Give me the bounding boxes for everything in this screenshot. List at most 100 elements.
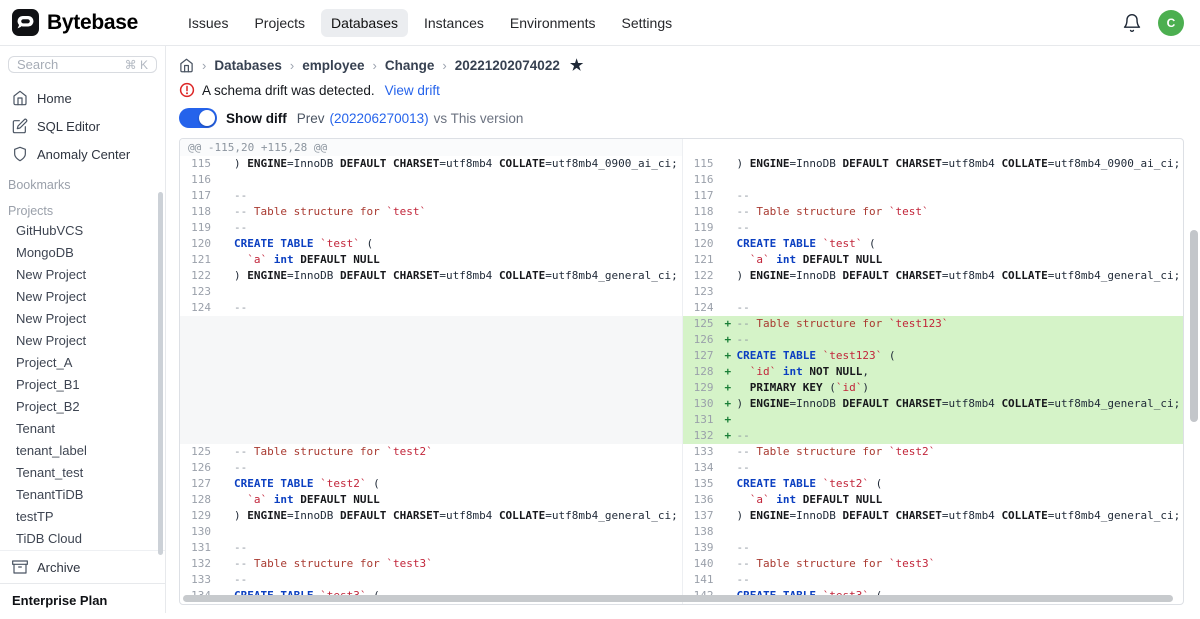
sidebar-item-archive[interactable]: Archive (0, 550, 165, 583)
prev-version-link[interactable]: (202206270013) (330, 111, 429, 126)
diff-sign (721, 508, 737, 524)
line-number: 131 (683, 412, 721, 428)
project-item[interactable]: New Project (0, 264, 165, 286)
home-icon (12, 90, 28, 106)
topnav-item-projects[interactable]: Projects (244, 9, 315, 37)
diff-cell-right: 130+) ENGINE=InnoDB DEFAULT CHARSET=utf8… (682, 396, 1184, 412)
diff-cell-left (180, 332, 682, 348)
project-item[interactable]: TiDB Cloud (0, 528, 165, 550)
diff-row: 128+ `id` int NOT NULL, (180, 364, 1183, 380)
view-drift-link[interactable]: View drift (385, 83, 440, 98)
sidebar-item-sql-editor[interactable]: SQL Editor (0, 112, 165, 140)
line-number: 126 (683, 332, 721, 348)
diff-sign (218, 156, 234, 172)
project-item[interactable]: New Project (0, 308, 165, 330)
shield-icon (12, 146, 28, 162)
project-item[interactable]: Project_B1 (0, 374, 165, 396)
breadcrumb-item[interactable]: employee (302, 58, 364, 73)
diff-horizontal-scrollbar[interactable] (183, 595, 1173, 602)
code-line: ) ENGINE=InnoDB DEFAULT CHARSET=utf8mb4 … (737, 508, 1184, 524)
diff-cell-right: 118-- Table structure for `test` (682, 204, 1184, 220)
diff-row: 123123 (180, 284, 1183, 300)
line-number: 140 (683, 556, 721, 572)
hunk-header-right (682, 139, 1184, 156)
project-item[interactable]: Tenant_test (0, 462, 165, 484)
diff-row: 131--139-- (180, 540, 1183, 556)
project-item[interactable]: GitHubVCS (0, 220, 165, 242)
line-number: 116 (180, 172, 218, 188)
topnav-item-databases[interactable]: Databases (321, 9, 408, 37)
diff-sign: + (721, 380, 737, 396)
diff-cell-right: 125+-- Table structure for `test123` (682, 316, 1184, 332)
diff-toolbar: Show diff Prev (202206270013) vs This ve… (179, 108, 1184, 128)
project-item[interactable]: Project_B2 (0, 396, 165, 418)
project-item[interactable]: New Project (0, 286, 165, 308)
line-number: 124 (180, 300, 218, 316)
code-line: -- (234, 300, 682, 316)
line-number: 130 (180, 524, 218, 540)
line-number: 119 (683, 220, 721, 236)
line-number: 134 (683, 460, 721, 476)
breadcrumb-item[interactable]: Databases (214, 58, 282, 73)
project-item[interactable]: tenant_label (0, 440, 165, 462)
code-line: ) ENGINE=InnoDB DEFAULT CHARSET=utf8mb4 … (737, 396, 1184, 412)
diff-sign: + (721, 364, 737, 380)
diff-sign (218, 268, 234, 284)
diff-cell-left (180, 316, 682, 332)
search-input[interactable] (17, 57, 107, 72)
diff-cell-left: 133-- (180, 572, 682, 588)
project-item[interactable]: testTP (0, 506, 165, 528)
diff-cell-right: 117-- (682, 188, 1184, 204)
sidebar-item-home[interactable]: Home (0, 84, 165, 112)
line-number: 127 (683, 348, 721, 364)
code-line: PRIMARY KEY (`id`) (737, 380, 1184, 396)
show-diff-toggle[interactable] (179, 108, 217, 128)
diff-row: 116116 (180, 172, 1183, 188)
diff-sign (721, 252, 737, 268)
diff-cell-left: 121 `a` int DEFAULT NULL (180, 252, 682, 268)
user-avatar[interactable]: C (1158, 10, 1184, 36)
diff-sign: + (721, 348, 737, 364)
topnav-item-instances[interactable]: Instances (414, 9, 494, 37)
topnav-item-settings[interactable]: Settings (612, 9, 683, 37)
project-item[interactable]: Tenant (0, 418, 165, 440)
diff-row: 125+-- Table structure for `test123` (180, 316, 1183, 332)
diff-sign (721, 236, 737, 252)
breadcrumb-item[interactable]: Change (385, 58, 435, 73)
project-item[interactable]: New Project (0, 330, 165, 352)
schema-drift-alert: A schema drift was detected. View drift (179, 82, 1184, 98)
diff-cell-left: 117-- (180, 188, 682, 204)
code-line (234, 316, 682, 332)
project-item[interactable]: TenantTiDB (0, 484, 165, 506)
main-content: ›Databases›employee›Change›2022120207402… (167, 46, 1200, 613)
search-box[interactable]: ⌘ K (8, 56, 157, 73)
project-item[interactable]: Project_A (0, 352, 165, 374)
sidebar-scrollbar[interactable] (158, 192, 163, 555)
line-number: 129 (683, 380, 721, 396)
line-number: 130 (683, 396, 721, 412)
line-number (180, 332, 218, 348)
line-number: 122 (683, 268, 721, 284)
vs-label: vs This version (434, 111, 524, 126)
sidebar-item-anomaly-center[interactable]: Anomaly Center (0, 140, 165, 168)
line-number: 131 (180, 540, 218, 556)
bookmark-star-icon[interactable]: ★ (570, 58, 583, 73)
code-line: -- Table structure for `test2` (234, 444, 682, 460)
line-number: 128 (180, 492, 218, 508)
diff-cell-left: 130 (180, 524, 682, 540)
project-item[interactable]: MongoDB (0, 242, 165, 264)
chevron-right-icon: › (442, 58, 446, 73)
topnav-item-environments[interactable]: Environments (500, 9, 606, 37)
page-scrollbar[interactable] (1190, 230, 1198, 422)
notification-bell-icon[interactable] (1122, 13, 1142, 33)
diff-cell-left: 131-- (180, 540, 682, 556)
project-list: GitHubVCSMongoDBNew ProjectNew ProjectNe… (0, 220, 165, 550)
diff-cell-right: 129+ PRIMARY KEY (`id`) (682, 380, 1184, 396)
line-number: 133 (683, 444, 721, 460)
line-number: 132 (683, 428, 721, 444)
topnav-item-issues[interactable]: Issues (178, 9, 238, 37)
brand[interactable]: Bytebase (12, 9, 164, 36)
diff-row: 124--124-- (180, 300, 1183, 316)
code-line: -- (737, 460, 1184, 476)
breadcrumb-home-icon[interactable] (179, 58, 194, 73)
